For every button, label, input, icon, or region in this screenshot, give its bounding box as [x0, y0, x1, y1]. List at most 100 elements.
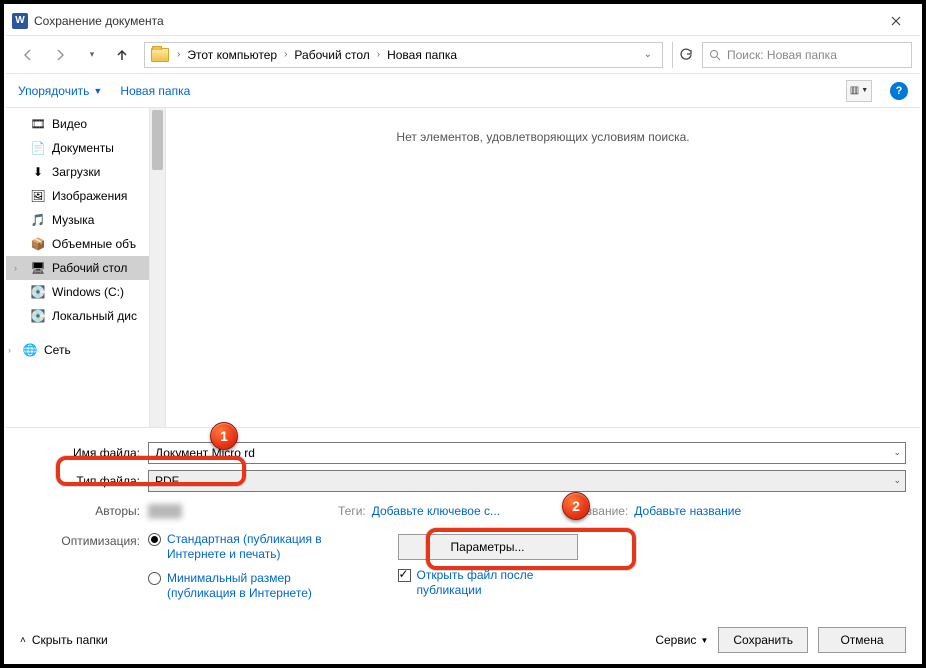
open-after-label: Открыть файл после публикации: [417, 568, 578, 599]
window-title: Сохранение документа: [34, 14, 873, 28]
radio-icon: [148, 572, 161, 585]
tree-item-music[interactable]: 🎵 Музыка: [6, 208, 165, 232]
chevron-right-icon: ›: [280, 49, 291, 60]
drive-icon: 💽: [30, 284, 46, 300]
titlebar: W Сохранение документа: [6, 6, 920, 36]
cube-icon: 📦: [30, 236, 46, 252]
cancel-label: Отмена: [840, 633, 883, 647]
search-placeholder: Поиск: Новая папка: [727, 48, 837, 62]
close-button[interactable]: [873, 6, 918, 35]
nav-tree[interactable]: 🎞 Видео 📄Документы ⬇Загрузки 🖼 Изображения…: [6, 108, 166, 427]
chevron-down-icon[interactable]: ⌄: [893, 475, 901, 486]
tree-item-local-disk[interactable]: 💽 Локальный дис: [6, 304, 165, 328]
arrow-left-icon: [21, 48, 35, 62]
nav-up[interactable]: [110, 43, 134, 67]
tags-add[interactable]: Добавьте ключевое с...: [372, 504, 500, 518]
new-folder-button[interactable]: Новая папка: [120, 84, 190, 98]
arrow-right-icon: [53, 48, 67, 62]
filetype-label: Тип файла:: [20, 474, 148, 488]
chevron-down-icon: ▼: [700, 636, 708, 645]
tree-label: Музыка: [52, 213, 94, 227]
hide-folders-button[interactable]: ˄ Скрыть папки: [20, 633, 108, 647]
tree-item-documents[interactable]: 📄Документы: [6, 136, 165, 160]
nav-forward[interactable]: [46, 41, 74, 69]
radio-minimum[interactable]: Минимальный размер (публикация в Интерне…: [148, 571, 348, 602]
title-add[interactable]: Добавьте название: [634, 504, 741, 518]
refresh-button[interactable]: [672, 42, 698, 68]
cancel-button[interactable]: Отмена: [818, 627, 906, 653]
new-folder-label: Новая папка: [120, 84, 190, 98]
chevron-right-icon: ›: [8, 345, 18, 355]
options-label: Параметры...: [451, 540, 525, 554]
radio-standard[interactable]: Стандартная (публикация в Интернете и пе…: [148, 532, 348, 563]
footer: ˄ Скрыть папки Сервис ▼ Сохранить Отмена: [6, 618, 920, 662]
tree-item-downloads[interactable]: ⬇Загрузки: [6, 160, 165, 184]
chevron-down-icon[interactable]: ⌄: [893, 447, 901, 458]
chevron-down-icon[interactable]: ⌄: [638, 49, 658, 60]
chevron-right-icon: ›: [14, 263, 24, 273]
tree-label: Изображения: [52, 189, 127, 203]
tree-item-video[interactable]: 🎞 Видео: [6, 112, 165, 136]
video-icon: 🎞: [30, 116, 46, 132]
tree-item-3d[interactable]: 📦 Объемные объ: [6, 232, 165, 256]
arrow-up-icon: [115, 48, 129, 62]
radio-min-label: Минимальный размер (публикация в Интерне…: [167, 571, 348, 602]
pictures-icon: 🖼: [30, 188, 46, 204]
picture-icon: ▥: [850, 85, 859, 96]
organize-label: Упорядочить: [18, 84, 89, 98]
save-form: Имя файла: Документ Micro rd ⌄ Тип файла…: [6, 428, 920, 618]
authors-value[interactable]: ████: [148, 504, 182, 518]
view-mode-button[interactable]: ▥ ▼: [846, 80, 872, 102]
tree-item-pictures[interactable]: 🖼 Изображения: [6, 184, 165, 208]
search-input[interactable]: Поиск: Новая папка: [702, 42, 912, 68]
organize-button[interactable]: Упорядочить ▼: [18, 84, 102, 98]
tree-item-network[interactable]: › 🌐 Сеть: [6, 338, 165, 362]
crumb-seg[interactable]: Новая папка: [384, 48, 460, 62]
tree-label: Объемные объ: [52, 237, 136, 251]
toolbar: Упорядочить ▼ Новая папка ▥ ▼ ?: [6, 74, 920, 108]
tree-label: Сеть: [44, 343, 71, 357]
tree-scrollbar[interactable]: [149, 108, 165, 427]
drive-icon: 💽: [30, 308, 46, 324]
file-list: Нет элементов, удовлетворяющих условиям …: [166, 108, 920, 427]
search-icon: [709, 49, 721, 61]
filename-input[interactable]: Документ Micro rd ⌄: [148, 442, 906, 464]
open-after-checkbox[interactable]: Открыть файл после публикации: [398, 568, 578, 599]
tree-label: Документы: [52, 141, 114, 155]
tools-button[interactable]: Сервис ▼: [655, 633, 708, 647]
navbar: ▾ › Этот компьютер › Рабочий стол › Нова…: [6, 36, 920, 74]
authors-label: Авторы:: [20, 504, 148, 518]
filename-label: Имя файла:: [20, 446, 148, 460]
tree-item-desktop[interactable]: ›🖥Рабочий стол: [6, 256, 165, 280]
tree-item-drive-c[interactable]: 💽 Windows (C:): [6, 280, 165, 304]
tree-label: Загрузки: [52, 165, 100, 179]
chevron-right-icon: ›: [373, 49, 384, 60]
refresh-icon: [679, 48, 693, 62]
crumb-seg[interactable]: Этот компьютер: [184, 48, 280, 62]
scrollbar-thumb[interactable]: [152, 110, 163, 170]
save-button[interactable]: Сохранить: [718, 627, 808, 653]
tree-label: Локальный дис: [52, 309, 137, 323]
music-icon: 🎵: [30, 212, 46, 228]
chevron-right-icon: ›: [173, 49, 184, 60]
crumb-seg[interactable]: Рабочий стол: [291, 48, 372, 62]
address-bar[interactable]: › Этот компьютер › Рабочий стол › Новая …: [144, 42, 663, 68]
chevron-up-icon: ˄: [20, 635, 26, 646]
folder-icon: [151, 48, 169, 62]
tree-label: Windows (C:): [52, 285, 124, 299]
nav-back[interactable]: [14, 41, 42, 69]
chevron-down-icon: ▼: [861, 87, 868, 94]
desktop-icon: 🖥: [30, 260, 46, 276]
radio-icon: [148, 533, 161, 546]
checkbox-icon: [398, 569, 411, 582]
tree-label: Видео: [52, 117, 87, 131]
network-icon: 🌐: [22, 342, 38, 358]
save-label: Сохранить: [733, 633, 793, 647]
filetype-value: PDF: [155, 474, 179, 488]
nav-recent[interactable]: ▾: [78, 41, 106, 69]
options-button[interactable]: Параметры...: [398, 534, 578, 560]
help-button[interactable]: ?: [890, 82, 908, 100]
chevron-down-icon: ▼: [93, 86, 102, 96]
filetype-select[interactable]: PDF ⌄: [148, 470, 906, 492]
breadcrumb[interactable]: › Этот компьютер › Рабочий стол › Новая …: [173, 43, 460, 67]
